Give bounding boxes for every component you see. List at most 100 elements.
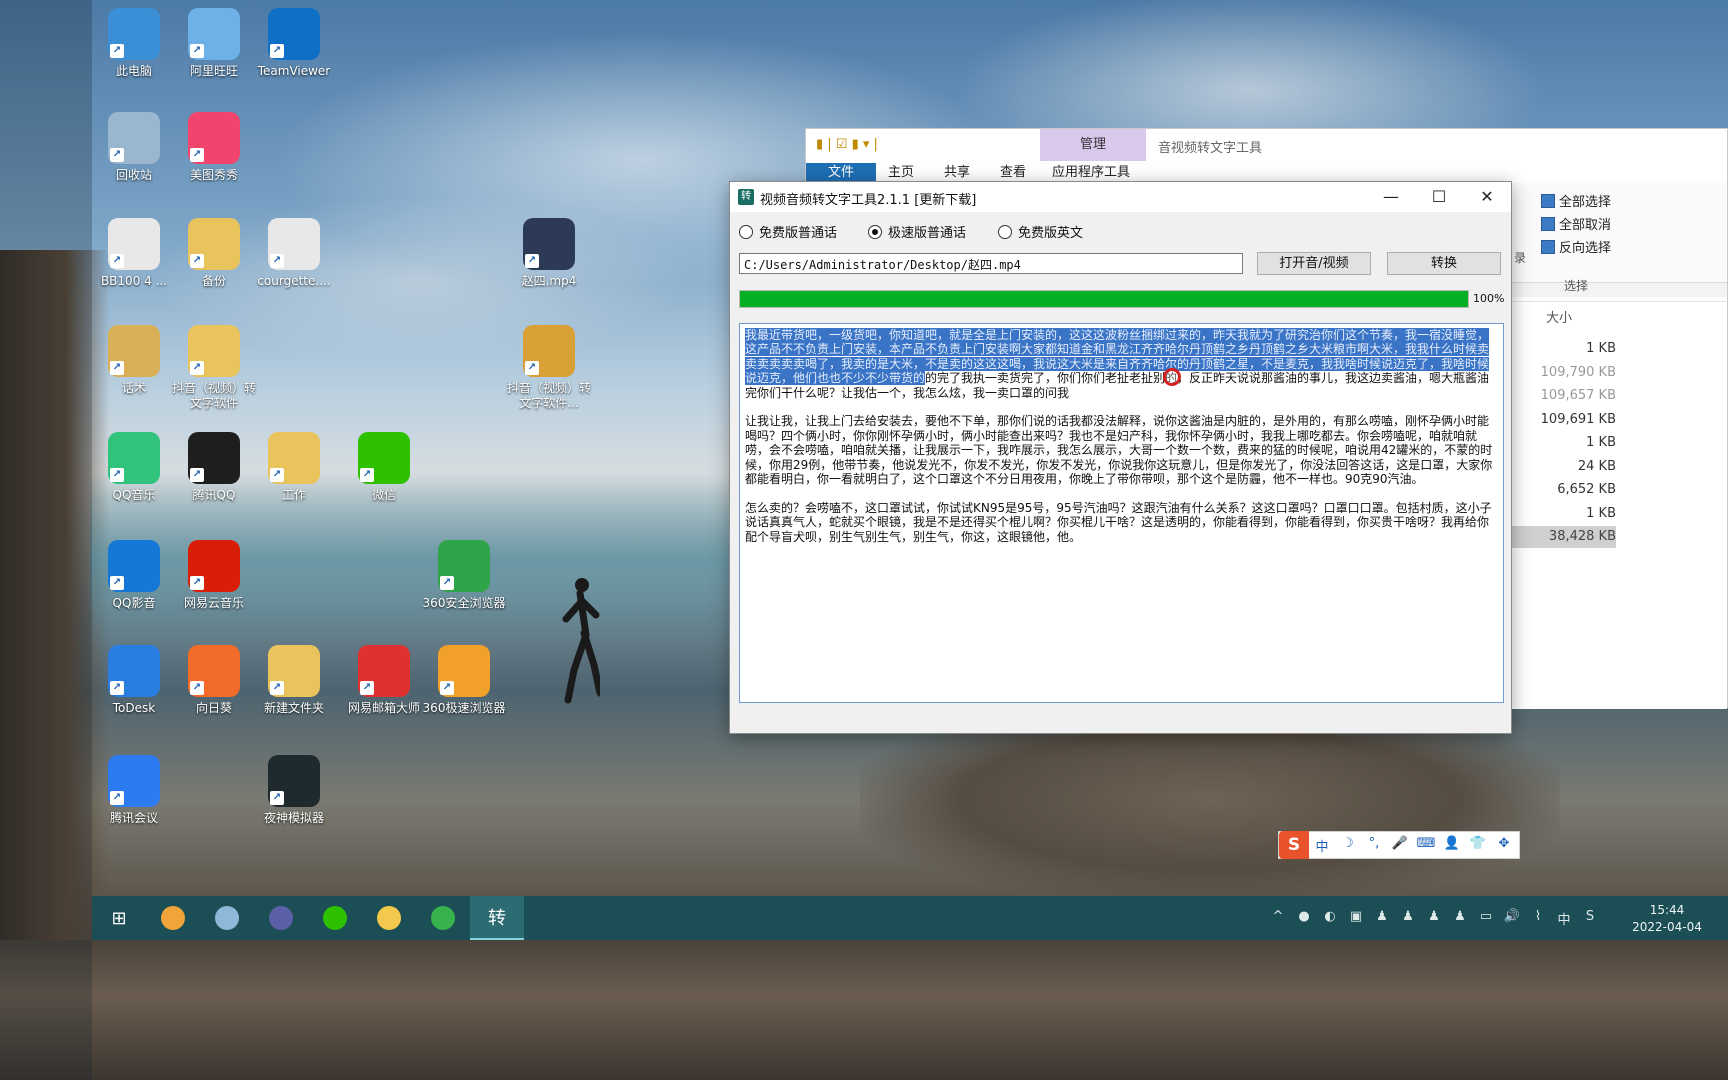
desktop-icon[interactable]: ↗ QQ音乐 bbox=[90, 432, 178, 503]
desktop-icon[interactable]: ↗ 回收站 bbox=[90, 112, 178, 183]
desktop-icon[interactable]: ↗ 抖音（视频）转文字软件 bbox=[170, 325, 258, 411]
minimize-button[interactable]: — bbox=[1367, 182, 1415, 212]
tray-icon[interactable]: 中 bbox=[1554, 909, 1574, 928]
tray-icon[interactable]: S bbox=[1580, 909, 1600, 924]
tab-view[interactable]: 查看 bbox=[994, 163, 1032, 183]
select-all-button[interactable]: 全部选择 bbox=[1541, 193, 1611, 213]
tab-file[interactable]: 文件 bbox=[806, 163, 876, 183]
desktop-icon[interactable]: ↗ QQ影音 bbox=[90, 540, 178, 611]
browser-icon[interactable] bbox=[146, 896, 200, 940]
file-size-cell[interactable]: 109,790 KB bbox=[1506, 362, 1616, 384]
desktop-icon-label: 腾讯QQ bbox=[192, 488, 236, 502]
converter-titlebar[interactable]: 转 视频音频转文字工具2.1.1 [更新下载] — ☐ ✕ bbox=[730, 182, 1511, 212]
ime-toolbar-item[interactable]: 👕 bbox=[1465, 836, 1491, 855]
option-free-english[interactable]: 免费版英文 bbox=[998, 222, 1083, 241]
invert-selection-button[interactable]: 反向选择 bbox=[1541, 239, 1611, 259]
desktop-icon[interactable]: ↗ 360安全浏览器 bbox=[420, 540, 508, 611]
ime-toolbar-item[interactable]: ☽ bbox=[1335, 836, 1361, 855]
ime-toolbar-item[interactable]: 中 bbox=[1309, 836, 1335, 855]
desktop-icon[interactable]: ↗ 腾讯QQ bbox=[170, 432, 258, 503]
aliwangwang-icon[interactable] bbox=[200, 896, 254, 940]
desktop-icon[interactable]: ↗ 话术 bbox=[90, 325, 178, 396]
ime-toolbar-item[interactable]: 🎤 bbox=[1387, 836, 1413, 855]
ime-toolbar[interactable]: S 中 ☽ °, 🎤 ⌨ 👤 👕 ✥ bbox=[1278, 831, 1520, 859]
file-size-cell[interactable]: 6,652 KB bbox=[1506, 479, 1616, 501]
tab-home[interactable]: 主页 bbox=[882, 163, 920, 183]
open-media-button[interactable]: 打开音/视频 bbox=[1257, 252, 1371, 275]
file-size-cell[interactable]: 1 KB bbox=[1506, 432, 1616, 454]
archive-icon: ↗ bbox=[523, 325, 575, 377]
file-path-field[interactable]: C:/Users/Administrator/Desktop/赵四.mp4 bbox=[739, 253, 1243, 274]
radio-fast-mandarin[interactable] bbox=[868, 224, 882, 239]
desktop-icon[interactable]: ↗ 微信 bbox=[340, 432, 428, 503]
desktop-icon[interactable]: ↗ 网易云音乐 bbox=[170, 540, 258, 611]
radio-free-mandarin[interactable] bbox=[739, 224, 753, 239]
tray-icon[interactable]: ♟ bbox=[1372, 909, 1392, 924]
tab-app-tools[interactable]: 应用程序工具 bbox=[1046, 163, 1136, 183]
tray-icon[interactable]: ♟ bbox=[1398, 909, 1418, 924]
manage-tab[interactable]: 管理 bbox=[1040, 129, 1146, 161]
sogou-logo-icon[interactable]: S bbox=[1279, 831, 1309, 859]
desktop-icon[interactable]: ↗ 此电脑 bbox=[90, 8, 178, 79]
file-size-cell[interactable]: 38,428 KB bbox=[1506, 526, 1616, 548]
browser-360-icon[interactable] bbox=[416, 896, 470, 940]
app-icon[interactable] bbox=[254, 896, 308, 940]
desktop-icon[interactable]: ↗ TeamViewer bbox=[250, 8, 338, 79]
desktop-icon[interactable]: ↗ courgette.... bbox=[250, 218, 338, 289]
desktop-icon[interactable]: ↗ 腾讯会议 bbox=[90, 755, 178, 826]
desktop-icon[interactable]: ↗ 新建文件夹 bbox=[250, 645, 338, 716]
desktop-icon[interactable]: ↗ 美图秀秀 bbox=[170, 112, 258, 183]
tray-icon[interactable]: ● bbox=[1294, 909, 1314, 924]
desktop-icon[interactable]: ↗ 工作 bbox=[250, 432, 338, 503]
close-button[interactable]: ✕ bbox=[1463, 182, 1511, 212]
tray-icon[interactable]: 🔊 bbox=[1502, 909, 1522, 924]
tray-icon[interactable]: ◐ bbox=[1320, 909, 1340, 924]
file-explorer-icon[interactable] bbox=[362, 896, 416, 940]
converter-app-icon[interactable]: 转 bbox=[470, 896, 524, 940]
option-free-mandarin[interactable]: 免费版普通话 bbox=[739, 222, 837, 241]
file-size-cell[interactable]: 24 KB bbox=[1506, 456, 1616, 478]
ime-toolbar-item[interactable]: °, bbox=[1361, 836, 1387, 855]
qq-player-icon: ↗ bbox=[108, 540, 160, 592]
radio-free-english[interactable] bbox=[998, 224, 1012, 239]
convert-button[interactable]: 转换 bbox=[1387, 252, 1501, 275]
desktop-icon[interactable]: ↗ 赵四.mp4 bbox=[505, 218, 593, 289]
ime-toolbar-item[interactable]: 👤 bbox=[1439, 836, 1465, 855]
tray-icon[interactable]: ▣ bbox=[1346, 909, 1366, 924]
tray-icon[interactable]: ^ bbox=[1268, 909, 1288, 924]
select-none-button[interactable]: 全部取消 bbox=[1541, 216, 1611, 236]
converter-window[interactable]: 转 视频音频转文字工具2.1.1 [更新下载] — ☐ ✕ 免费版普通话 极速版… bbox=[729, 181, 1512, 734]
desktop-icon[interactable]: ↗ 网易邮箱大师 bbox=[340, 645, 428, 716]
desktop-icon[interactable]: ↗ 向日葵 bbox=[170, 645, 258, 716]
windows-start-icon[interactable]: ⊞ bbox=[92, 896, 146, 940]
tray-icon[interactable]: ♟ bbox=[1450, 909, 1470, 924]
desktop-icon[interactable]: ↗ 抖音（视频）转文字软件... bbox=[505, 325, 593, 411]
file-size-cell[interactable]: 1 KB bbox=[1506, 338, 1616, 360]
desktop-icon[interactable]: ↗ ToDesk bbox=[90, 645, 178, 716]
tray-icon[interactable]: ▭ bbox=[1476, 909, 1496, 924]
desktop-icon[interactable]: ↗ 备份 bbox=[170, 218, 258, 289]
column-header-size[interactable]: 大小 bbox=[1546, 307, 1572, 326]
file-size-cell[interactable]: 109,691 KB bbox=[1506, 409, 1616, 431]
desktop-icon[interactable]: ↗ 阿里旺旺 bbox=[170, 8, 258, 79]
option-fast-mandarin[interactable]: 极速版普通话 bbox=[868, 222, 966, 241]
transcript-textarea[interactable]: 我最近带货吧，一级货吧，你知道吧，就是全是上门安装的，这这这波粉丝捆绑过来的，昨… bbox=[739, 323, 1504, 703]
recycle-bin-icon: ↗ bbox=[108, 112, 160, 164]
transcript-paragraph-1: 我最近带货吧，一级货吧，你知道吧，就是全是上门安装的，这这这波粉丝捆绑过来的，昨… bbox=[745, 328, 1498, 400]
maximize-button[interactable]: ☐ bbox=[1415, 182, 1463, 212]
shortcut-arrow-icon: ↗ bbox=[110, 361, 124, 375]
desktop-icon[interactable]: ↗ 夜神模拟器 bbox=[250, 755, 338, 826]
ime-toolbar-item[interactable]: ⌨ bbox=[1413, 836, 1439, 855]
wechat-icon[interactable] bbox=[308, 896, 362, 940]
desktop-icon[interactable]: ↗ 360极速浏览器 bbox=[420, 645, 508, 716]
file-size-cell[interactable]: 109,657 KB bbox=[1506, 385, 1616, 407]
tray-icon[interactable]: ♟ bbox=[1424, 909, 1444, 924]
tray-icon[interactable]: ⌇ bbox=[1528, 909, 1548, 924]
quick-access-icons[interactable]: ▮ | ☑ ▮ ▾ | bbox=[816, 137, 878, 152]
shortcut-arrow-icon: ↗ bbox=[360, 681, 374, 695]
desktop-icon[interactable]: ↗ BB100 4 ... bbox=[90, 218, 178, 289]
ime-toolbar-item[interactable]: ✥ bbox=[1491, 836, 1517, 855]
tab-share[interactable]: 共享 bbox=[938, 163, 976, 183]
clock[interactable]: 15:44 2022-04-04 bbox=[1622, 902, 1712, 936]
file-size-cell[interactable]: 1 KB bbox=[1506, 503, 1616, 525]
